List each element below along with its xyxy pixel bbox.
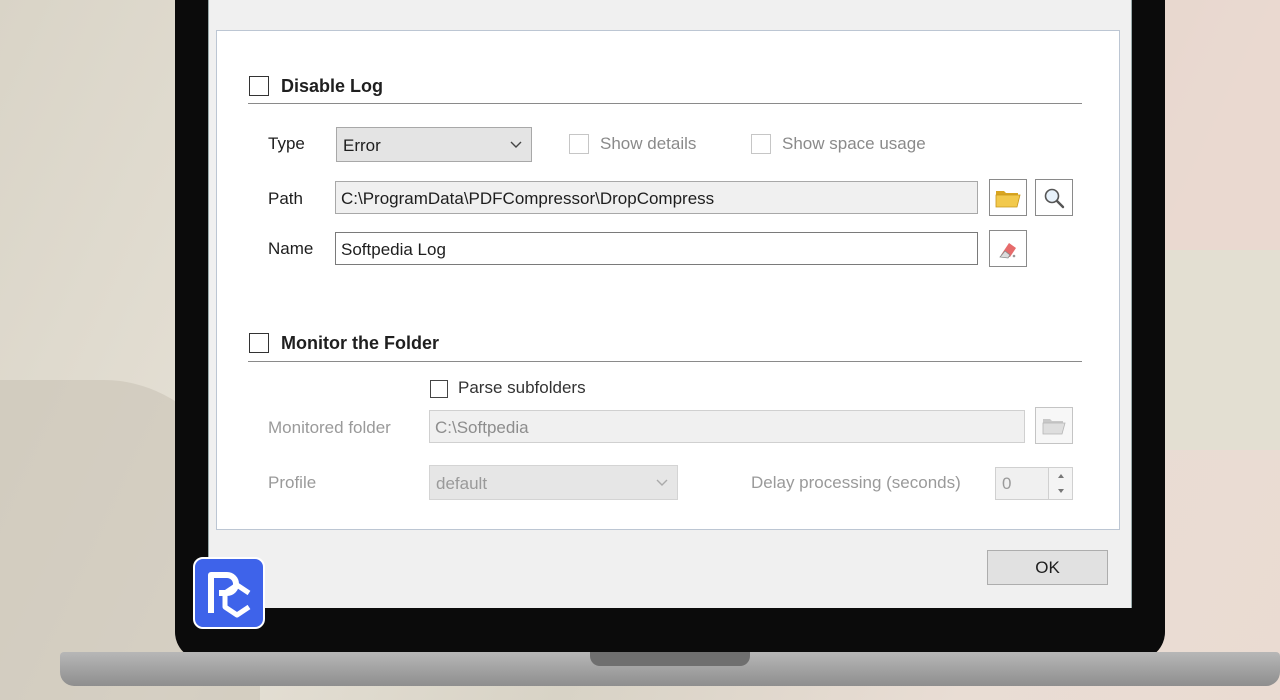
laptop-notch [590, 652, 750, 666]
name-label: Name [268, 239, 314, 258]
delay-processing-value: 0 [1002, 474, 1012, 493]
eraser-icon [999, 242, 1016, 258]
spinner-buttons [1048, 468, 1072, 499]
ok-button[interactable]: OK [987, 550, 1108, 585]
clear-log-button[interactable] [989, 230, 1027, 267]
type-select-value: Error [343, 136, 381, 155]
search-icon [1044, 188, 1065, 208]
show-space-usage-label: Show space usage [782, 134, 926, 153]
browse-monitored-folder-button[interactable] [1035, 407, 1073, 444]
chevron-down-icon [510, 141, 522, 148]
browse-path-button[interactable] [989, 179, 1027, 216]
monitor-folder-checkbox[interactable] [249, 333, 269, 353]
section-divider [248, 361, 1082, 362]
app-logo-mark [208, 572, 251, 618]
type-select[interactable]: Error [336, 127, 532, 162]
name-field[interactable]: Softpedia Log [335, 232, 978, 265]
profile-select[interactable]: default [429, 465, 678, 500]
type-label: Type [268, 134, 305, 153]
spin-up-icon[interactable] [1049, 468, 1073, 483]
parse-subfolders-checkbox[interactable] [430, 380, 448, 398]
section-divider [248, 103, 1082, 104]
show-details-checkbox[interactable] [569, 134, 589, 154]
monitored-folder-label: Monitored folder [268, 418, 391, 437]
disable-log-heading: Disable Log [281, 76, 384, 96]
chevron-down-icon [656, 479, 668, 486]
monitor-folder-heading: Monitor the Folder [281, 333, 439, 353]
show-space-usage-checkbox[interactable] [751, 134, 771, 154]
app-logo [193, 557, 265, 629]
delay-processing-label: Delay processing (seconds) [751, 473, 961, 492]
settings-panel [216, 30, 1120, 530]
folder-icon [995, 190, 1021, 207]
monitored-folder-field[interactable]: C:\Softpedia [429, 410, 1025, 443]
folder-icon [1042, 418, 1066, 434]
profile-select-value: default [436, 474, 488, 493]
parse-subfolders-label: Parse subfolders [458, 378, 586, 397]
delay-processing-spinner[interactable]: 0 [995, 467, 1073, 500]
show-details-label: Show details [600, 134, 697, 153]
path-label: Path [268, 189, 303, 208]
spin-down-icon[interactable] [1049, 484, 1073, 499]
path-field[interactable]: C:\ProgramData\PDFCompressor\DropCompres… [335, 181, 978, 214]
profile-label: Profile [268, 473, 317, 492]
open-log-button[interactable] [1035, 179, 1073, 216]
disable-log-checkbox[interactable] [249, 76, 269, 96]
